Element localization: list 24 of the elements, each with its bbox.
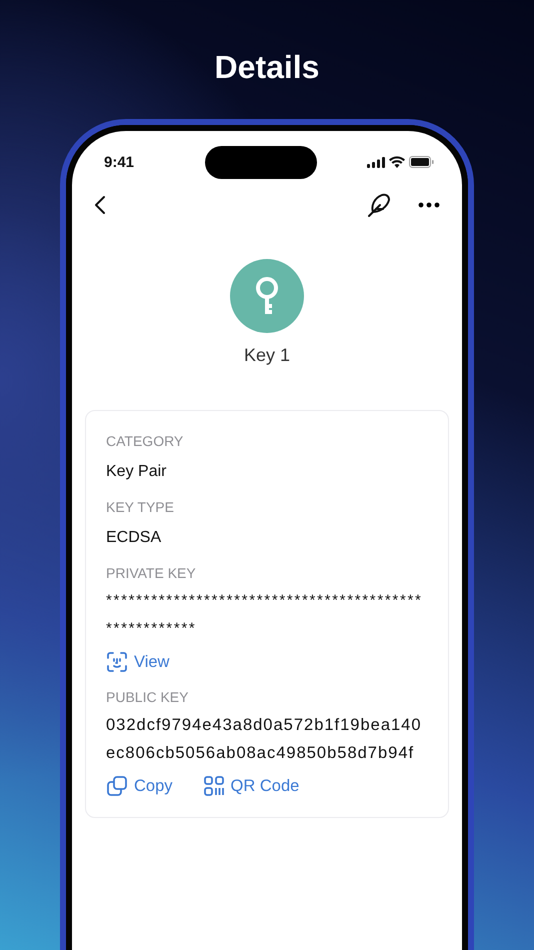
field-value: ECDSA — [106, 528, 162, 548]
feather-icon — [366, 192, 392, 218]
field-label: KEY TYPE — [106, 499, 175, 515]
view-button[interactable]: View — [106, 651, 170, 673]
field-value: 032dcf9794e43a8d0a572b1f19bea140ec806cb5056ab08ac49850b58d7b94f — [106, 715, 423, 764]
page-title: Details — [214, 48, 320, 86]
face-scan-icon — [106, 651, 128, 673]
qr-code-button[interactable]: QR Code — [202, 775, 300, 797]
status-time: 9:41 — [104, 154, 136, 170]
copy-icon — [106, 775, 128, 797]
key-name: Key 1 — [244, 345, 290, 366]
masked-value: ****************************************************** — [106, 591, 424, 639]
wifi-icon — [389, 156, 405, 168]
battery-icon — [409, 156, 434, 168]
key-avatar-icon — [230, 259, 304, 333]
more-icon — [418, 202, 440, 208]
field-label: PUBLIC KEY — [106, 689, 190, 705]
field-label: CATEGORY — [106, 433, 184, 449]
chevron-left-icon — [94, 195, 106, 215]
field-value: Key Pair — [106, 462, 168, 482]
copy-button[interactable]: Copy — [106, 775, 173, 797]
signal-icon — [367, 156, 385, 168]
field-label: PRIVATE KEY — [106, 565, 197, 581]
qr-code-icon — [202, 775, 225, 797]
